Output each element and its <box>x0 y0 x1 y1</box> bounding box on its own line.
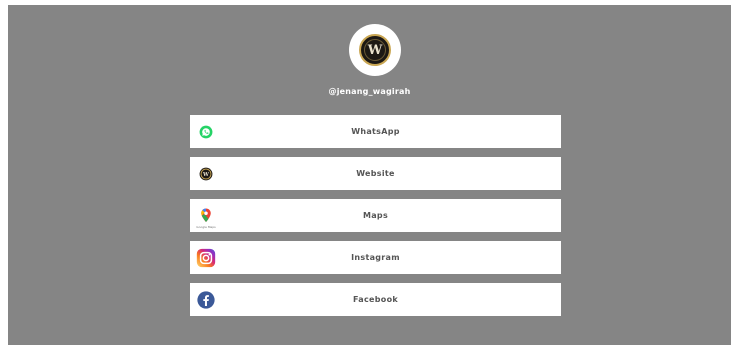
whatsapp-link-button[interactable]: WhatsApp <box>190 115 561 148</box>
website-logo-icon: W <box>195 163 217 185</box>
brand-logo-icon: W <box>359 34 391 66</box>
page-background: W @jenang_wagirah WhatsApp W Website Goo… <box>8 5 731 345</box>
profile-username: @jenang_wagirah <box>328 87 411 96</box>
logo-ring <box>364 39 386 61</box>
instagram-link-label: Instagram <box>351 253 400 262</box>
facebook-link-button[interactable]: Facebook <box>190 283 561 316</box>
whatsapp-icon <box>195 121 217 143</box>
maps-icon-caption: Google Maps <box>196 224 216 229</box>
whatsapp-link-label: WhatsApp <box>351 127 400 136</box>
website-link-label: Website <box>356 169 395 178</box>
facebook-icon <box>195 289 217 311</box>
website-link-button[interactable]: W Website <box>190 157 561 190</box>
maps-link-label: Maps <box>362 211 389 220</box>
instagram-icon <box>195 247 217 269</box>
facebook-link-label: Facebook <box>352 295 398 304</box>
svg-text:W: W <box>202 172 209 178</box>
avatar: W <box>349 24 401 76</box>
google-maps-icon: Google Maps <box>195 205 217 229</box>
maps-link-button[interactable]: Google Maps Maps <box>190 199 561 232</box>
instagram-link-button[interactable]: Instagram <box>190 241 561 274</box>
link-list: WhatsApp W Website Google Maps Maps Inst… <box>190 115 561 325</box>
